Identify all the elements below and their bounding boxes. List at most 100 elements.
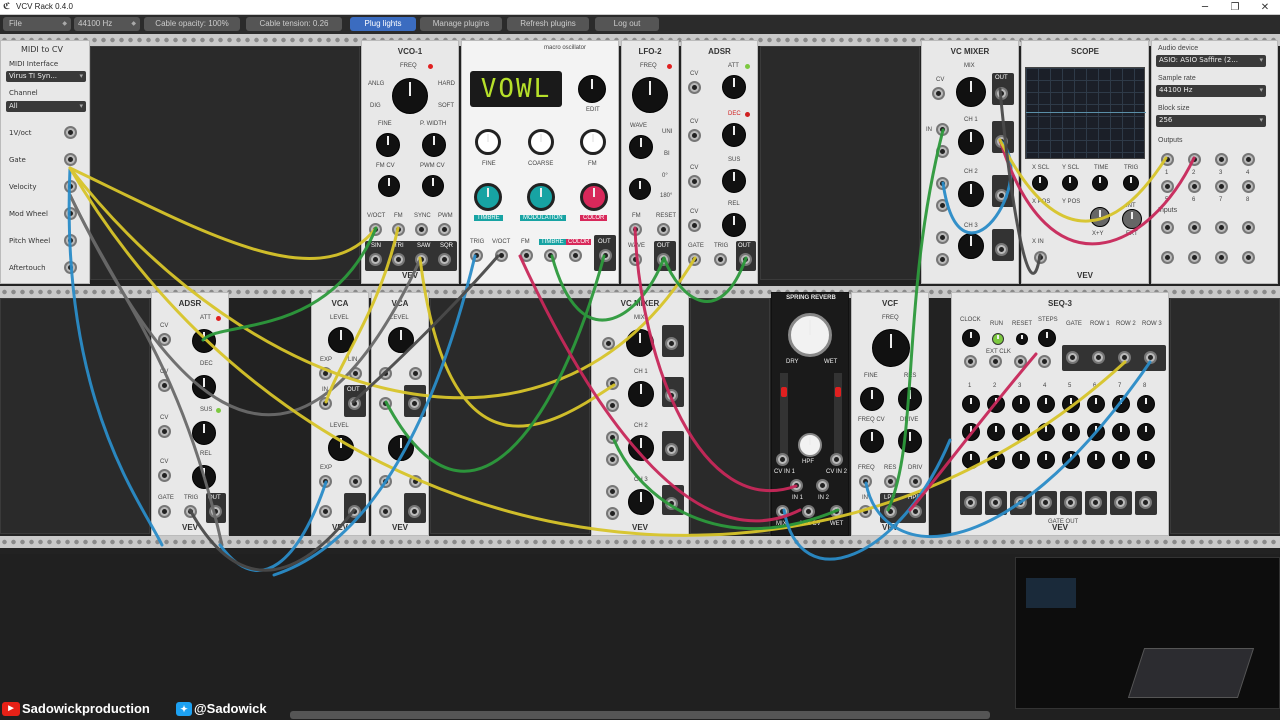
drive-cv-jack[interactable] xyxy=(909,475,922,488)
input-jack[interactable] xyxy=(369,223,382,236)
empty-rack-slot[interactable] xyxy=(430,298,590,534)
wave-input-jack[interactable] xyxy=(629,253,642,266)
input-jack[interactable] xyxy=(438,223,451,236)
audio-output-jack[interactable] xyxy=(1161,180,1174,193)
voct-jack[interactable] xyxy=(495,249,508,262)
row1-output-jack[interactable] xyxy=(1092,351,1105,364)
decay-knob[interactable] xyxy=(192,375,216,399)
reset-jack[interactable] xyxy=(657,223,670,236)
freq-knob[interactable] xyxy=(632,77,668,113)
input-jack[interactable] xyxy=(392,223,405,236)
lin-jack[interactable] xyxy=(349,367,362,380)
level-knob[interactable] xyxy=(328,435,354,461)
ch3-in-jack[interactable] xyxy=(606,485,619,498)
step-knob[interactable] xyxy=(1012,395,1030,413)
ch3-output-jack[interactable] xyxy=(995,243,1008,256)
output-jack[interactable] xyxy=(392,253,405,266)
ch3-cv-jack[interactable] xyxy=(606,507,619,520)
ext-trigger-button[interactable] xyxy=(1122,209,1142,229)
ch1-knob[interactable] xyxy=(958,129,984,155)
file-menu[interactable]: File xyxy=(3,17,71,31)
restore-button[interactable]: ❐ xyxy=(1220,0,1250,15)
level-knob[interactable] xyxy=(328,327,354,353)
step-knob[interactable] xyxy=(1012,451,1030,469)
output-jack[interactable] xyxy=(408,397,421,410)
fine-knob[interactable] xyxy=(376,133,400,157)
empty-rack-slot[interactable] xyxy=(690,298,770,534)
reset-jack[interactable] xyxy=(1014,355,1027,368)
steps-knob[interactable] xyxy=(1038,329,1056,347)
sustain-knob[interactable] xyxy=(722,169,746,193)
ch3-cv-jack[interactable] xyxy=(936,253,949,266)
x-in-jack[interactable] xyxy=(1034,251,1047,264)
output-jack[interactable] xyxy=(657,253,670,266)
hpf-output-jack[interactable] xyxy=(909,505,922,518)
fm-jack[interactable] xyxy=(520,249,533,262)
xy-button[interactable] xyxy=(1090,207,1110,227)
in-jack[interactable] xyxy=(379,505,392,518)
audio-input-jack[interactable] xyxy=(1242,251,1255,264)
ch1-cv-jack[interactable] xyxy=(936,145,949,158)
ch3-output-jack[interactable] xyxy=(665,497,678,510)
coarse-knob[interactable] xyxy=(528,129,554,155)
y-scale-knob[interactable] xyxy=(1062,175,1078,191)
lin-jack[interactable] xyxy=(349,475,362,488)
step-knob[interactable] xyxy=(1012,423,1030,441)
step-knob[interactable] xyxy=(962,451,980,469)
timbre-jack[interactable] xyxy=(544,249,557,262)
cv-jack[interactable] xyxy=(158,333,171,346)
exp-jack[interactable] xyxy=(379,367,392,380)
ext-clock-jack[interactable] xyxy=(989,355,1002,368)
output-jack[interactable] xyxy=(64,234,77,247)
step-knob[interactable] xyxy=(1137,423,1155,441)
step-knob[interactable] xyxy=(962,395,980,413)
step-knob[interactable] xyxy=(1137,451,1155,469)
minimize-button[interactable]: ─ xyxy=(1190,0,1220,15)
empty-rack-slot[interactable] xyxy=(0,298,150,534)
drive-knob[interactable] xyxy=(898,429,922,453)
row2-output-jack[interactable] xyxy=(1118,351,1131,364)
output-jack[interactable] xyxy=(599,249,612,262)
input-jack[interactable] xyxy=(415,223,428,236)
trigger-knob[interactable] xyxy=(1123,175,1139,191)
gate-jack[interactable] xyxy=(1014,496,1027,509)
step-knob[interactable] xyxy=(962,423,980,441)
empty-rack-slot[interactable] xyxy=(1170,298,1280,534)
fm-cv-knob[interactable] xyxy=(378,175,400,197)
step-knob[interactable] xyxy=(1037,451,1055,469)
log-out-button[interactable]: Log out xyxy=(595,17,659,31)
step-knob[interactable] xyxy=(1087,451,1105,469)
step-knob[interactable] xyxy=(1062,423,1080,441)
empty-rack-slot[interactable] xyxy=(90,46,360,280)
exp-jack[interactable] xyxy=(319,475,332,488)
mix-knob[interactable] xyxy=(788,313,832,357)
gate-jack[interactable] xyxy=(964,496,977,509)
ch2-in-jack[interactable] xyxy=(606,431,619,444)
reset-button[interactable] xyxy=(1016,333,1028,345)
step-knob[interactable] xyxy=(1112,423,1130,441)
attack-knob[interactable] xyxy=(192,329,216,353)
color-jack[interactable] xyxy=(569,249,582,262)
cv-in-1-jack[interactable] xyxy=(776,453,789,466)
cable-tension-slider[interactable]: Cable tension: 0.26 xyxy=(246,17,342,31)
audio-device-select[interactable]: ASIO: ASIO Saffire (2... xyxy=(1156,55,1266,67)
timbre-knob[interactable] xyxy=(474,183,502,211)
res-knob[interactable] xyxy=(898,387,922,411)
audio-output-jack[interactable] xyxy=(1215,180,1228,193)
ch3-knob[interactable] xyxy=(958,233,984,259)
audio-input-jack[interactable] xyxy=(1161,221,1174,234)
audio-input-jack[interactable] xyxy=(1161,251,1174,264)
audio-output-jack[interactable] xyxy=(1161,153,1174,166)
output-jack[interactable] xyxy=(369,253,382,266)
ch1-cv-jack[interactable] xyxy=(606,399,619,412)
exp-jack[interactable] xyxy=(319,367,332,380)
close-button[interactable]: ✕ xyxy=(1250,0,1280,15)
fm-jack[interactable] xyxy=(629,223,642,236)
in-2-jack[interactable] xyxy=(816,479,829,492)
mix-output-jack[interactable] xyxy=(995,87,1008,100)
output-jack[interactable] xyxy=(408,505,421,518)
cable-opacity-slider[interactable]: Cable opacity: 100% xyxy=(144,17,240,31)
cv-jack[interactable] xyxy=(602,337,615,350)
ch1-output-jack[interactable] xyxy=(665,389,678,402)
mix-knob[interactable] xyxy=(956,77,986,107)
